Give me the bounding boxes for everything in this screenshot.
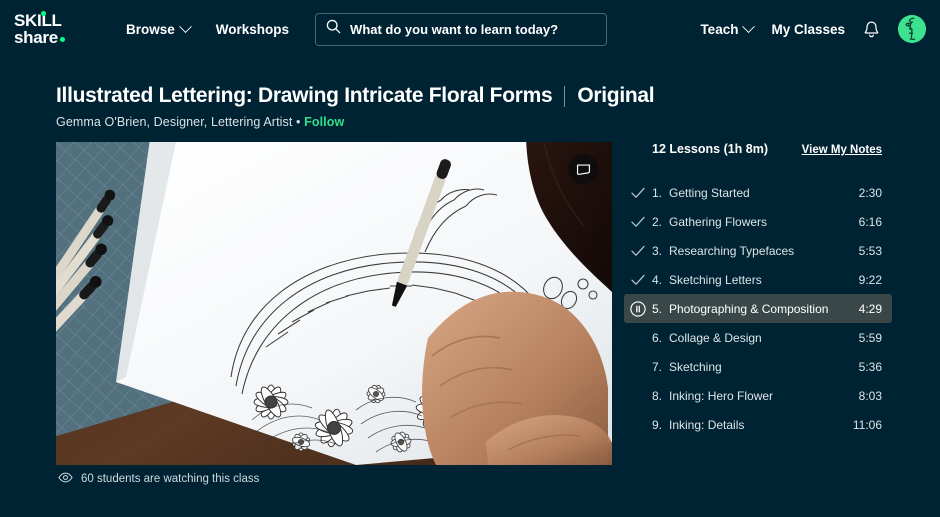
check-icon [624, 187, 652, 199]
check-icon [624, 274, 652, 286]
lesson-duration: 5:59 [851, 331, 882, 345]
instructor-name: Gemma O'Brien, Designer, Lettering Artis… [56, 115, 292, 129]
watching-status: 60 students are watching this class [58, 470, 259, 488]
logo-line-share: share [14, 29, 90, 46]
search-icon [326, 19, 341, 39]
lesson-duration: 11:06 [845, 418, 882, 432]
lesson-number: 4. [652, 273, 669, 287]
nav-browse-label: Browse [126, 22, 175, 37]
title-divider [564, 86, 565, 107]
nav-my-classes-label: My Classes [771, 22, 845, 37]
lesson-list: 1.Getting Started 2:30 2.Gathering Flowers… [624, 178, 892, 439]
lesson-row[interactable]: 3.Researching Typefaces 5:53 [624, 236, 892, 265]
lesson-row[interactable]: 6.Collage & Design 5:59 [624, 323, 892, 352]
lesson-duration: 6:16 [851, 215, 882, 229]
lesson-duration: 2:30 [851, 186, 882, 200]
lesson-number: 3. [652, 244, 669, 258]
lesson-row[interactable]: 7.Sketching 5:36 [624, 352, 892, 381]
lesson-number: 7. [652, 360, 669, 374]
lesson-row[interactable]: 8.Inking: Hero Flower 8:03 [624, 381, 892, 410]
lesson-title: Inking: Hero Flower [669, 389, 773, 403]
bullet-separator: • [296, 115, 300, 129]
course-header: Illustrated Lettering: Drawing Intricate… [56, 84, 916, 129]
search-input[interactable] [350, 22, 596, 37]
view-my-notes-link[interactable]: View My Notes [802, 144, 882, 156]
nav-teach-label: Teach [700, 22, 738, 37]
nav-item-teach[interactable]: Teach [700, 22, 753, 37]
cast-icon[interactable] [568, 154, 598, 184]
check-icon [624, 245, 652, 257]
skillshare-course-page: SKILL share Browse Workshops [0, 0, 940, 517]
check-icon [624, 216, 652, 228]
chevron-down-icon [743, 20, 756, 33]
lesson-number: 8. [652, 389, 669, 403]
lesson-title: Photographing & Composition [669, 302, 828, 316]
lesson-duration: 9:22 [851, 273, 882, 287]
lesson-row[interactable]: 5.Photographing & Composition 4:29 [624, 294, 892, 323]
secondary-nav-links: Teach My Classes [700, 15, 926, 43]
lesson-number: 1. [652, 186, 669, 200]
lessons-count-label: 12 Lessons (1h 8m) [652, 142, 768, 156]
lesson-title: Inking: Details [669, 418, 744, 432]
lesson-title: Getting Started [669, 186, 750, 200]
logo-period-icon [60, 37, 65, 42]
lesson-title: Gathering Flowers [669, 215, 767, 229]
nav-workshops-label: Workshops [216, 22, 289, 37]
lesson-number: 6. [652, 331, 669, 345]
lesson-title: Sketching [669, 360, 722, 374]
lesson-row[interactable]: 4.Sketching Letters 9:22 [624, 265, 892, 294]
lesson-title: Researching Typefaces [669, 244, 794, 258]
lesson-number: 5. [652, 302, 669, 316]
nav-item-workshops[interactable]: Workshops [216, 22, 289, 37]
lesson-row[interactable]: 9.Inking: Details 11:06 [624, 410, 892, 439]
page-title: Illustrated Lettering: Drawing Intricate… [56, 84, 916, 108]
lesson-number: 9. [652, 418, 669, 432]
lesson-number: 2. [652, 215, 669, 229]
lesson-duration: 5:36 [851, 360, 882, 374]
lesson-row[interactable]: 1.Getting Started 2:30 [624, 178, 892, 207]
lesson-duration: 4:29 [851, 302, 882, 316]
search-bar[interactable] [315, 13, 607, 46]
nav-item-browse[interactable]: Browse [126, 22, 190, 37]
pause-icon [624, 301, 652, 317]
lessons-panel: 12 Lessons (1h 8m) View My Notes 1.Getti… [624, 142, 892, 439]
logo-text-share: share [14, 28, 58, 47]
lesson-duration: 5:53 [851, 244, 882, 258]
eye-icon [58, 470, 73, 488]
primary-nav-links: Browse Workshops [126, 22, 289, 37]
video-thumbnail [56, 142, 612, 465]
skillshare-logo[interactable]: SKILL share [14, 9, 90, 49]
course-title-text: Illustrated Lettering: Drawing Intricate… [56, 84, 552, 108]
chevron-down-icon [179, 20, 192, 33]
follow-button[interactable]: Follow [304, 115, 344, 129]
bell-icon[interactable] [863, 20, 880, 39]
original-badge: Original [577, 84, 654, 108]
lesson-row[interactable]: 2.Gathering Flowers 6:16 [624, 207, 892, 236]
video-player[interactable] [56, 142, 612, 465]
lessons-panel-header: 12 Lessons (1h 8m) View My Notes [624, 142, 892, 166]
logo-dot-icon [41, 11, 46, 16]
lesson-duration: 8:03 [851, 389, 882, 403]
lesson-title: Sketching Letters [669, 273, 762, 287]
avatar[interactable] [898, 15, 926, 43]
instructor-line: Gemma O'Brien, Designer, Lettering Artis… [56, 115, 916, 129]
watching-count-text: 60 students are watching this class [81, 473, 259, 485]
top-navigation-bar: SKILL share Browse Workshops [0, 0, 940, 58]
lesson-title: Collage & Design [669, 331, 762, 345]
logo-line-skill: SKILL [14, 12, 90, 29]
nav-item-my-classes[interactable]: My Classes [771, 22, 845, 37]
